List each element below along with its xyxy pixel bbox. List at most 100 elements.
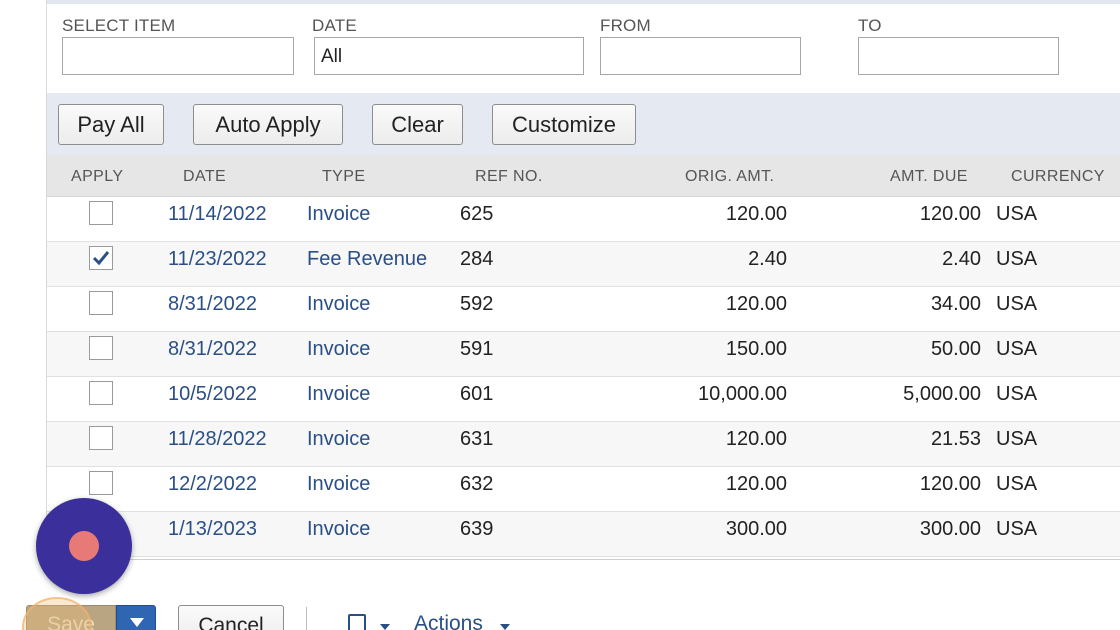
left-gutter xyxy=(0,0,46,560)
column-header-orig-amt[interactable]: ORIG. AMT. xyxy=(685,168,774,186)
table-row: 1/13/2023 Invoice 639 300.00 300.00 USA xyxy=(47,512,1120,557)
row-currency: USA xyxy=(996,518,1038,540)
row-orig-amount: 300.00 xyxy=(725,518,787,540)
row-date-link[interactable]: 12/2/2022 xyxy=(168,473,257,496)
from-date-field[interactable] xyxy=(600,37,801,75)
row-date-link[interactable]: 10/5/2022 xyxy=(168,383,257,406)
table-row: 10/5/2022 Invoice 601 10,000.00 5,000.00… xyxy=(47,377,1120,422)
row-orig-amount: 120.00 xyxy=(725,293,787,315)
select-item-field[interactable] xyxy=(62,37,294,75)
row-ref-no: 639 xyxy=(460,518,494,540)
row-currency: USA xyxy=(996,293,1038,315)
row-currency: USA xyxy=(996,248,1038,270)
actions-menu[interactable]: Actions xyxy=(414,612,483,630)
cancel-button[interactable]: Cancel xyxy=(178,605,284,630)
row-ref-no: 591 xyxy=(460,338,494,360)
chevron-down-icon[interactable] xyxy=(500,624,510,630)
chevron-down-icon xyxy=(130,618,144,627)
row-orig-amount: 150.00 xyxy=(725,338,787,360)
row-amount-due: 2.40 xyxy=(942,248,981,270)
chevron-down-icon[interactable] xyxy=(380,624,390,630)
row-type-link[interactable]: Invoice xyxy=(307,383,370,406)
row-orig-amount: 120.00 xyxy=(725,473,787,495)
row-type-link[interactable]: Fee Revenue xyxy=(307,248,427,271)
date-filter-label: DATE xyxy=(312,16,357,35)
table-row: 11/28/2022 Invoice 631 120.00 21.53 USA xyxy=(47,422,1120,467)
row-ref-no: 632 xyxy=(460,473,494,495)
row-date-link[interactable]: 8/31/2022 xyxy=(168,338,257,361)
row-type-link[interactable]: Invoice xyxy=(307,518,370,541)
apply-checkbox[interactable] xyxy=(89,291,113,315)
row-date-link[interactable]: 11/23/2022 xyxy=(168,248,267,271)
clear-button[interactable]: Clear xyxy=(372,104,463,145)
top-strip xyxy=(47,0,1120,4)
column-header-type[interactable]: TYPE xyxy=(322,168,365,186)
row-amount-due: 21.53 xyxy=(930,428,981,450)
table-header: APPLY DATE TYPE REF NO. ORIG. AMT. AMT. … xyxy=(47,155,1120,197)
row-type-link[interactable]: Invoice xyxy=(307,203,370,226)
apply-checkbox[interactable] xyxy=(89,471,113,495)
apply-checkbox-checked[interactable] xyxy=(89,246,113,270)
save-menu-button[interactable] xyxy=(116,605,156,630)
row-ref-no: 601 xyxy=(460,383,494,405)
row-amount-due: 120.00 xyxy=(919,473,981,495)
column-header-amt-due[interactable]: AMT. DUE xyxy=(890,168,968,186)
click-highlight xyxy=(22,597,92,630)
apply-panel: SELECT ITEM DATE All FROM TO Pay All Aut… xyxy=(46,0,1120,560)
row-date-link[interactable]: 8/31/2022 xyxy=(168,293,257,316)
select-item-label: SELECT ITEM xyxy=(62,16,176,35)
toolbar-divider xyxy=(306,607,307,630)
table-row: 11/14/2022 Invoice 625 120.00 120.00 USA xyxy=(47,197,1120,242)
apply-checkbox[interactable] xyxy=(89,336,113,360)
to-date-field[interactable] xyxy=(858,37,1059,75)
row-amount-due: 50.00 xyxy=(930,338,981,360)
document-icon[interactable] xyxy=(348,614,366,630)
table-row: 12/2/2022 Invoice 632 120.00 120.00 USA xyxy=(47,467,1120,512)
row-orig-amount: 2.40 xyxy=(748,248,787,270)
row-currency: USA xyxy=(996,383,1038,405)
from-label: FROM xyxy=(600,16,651,35)
row-currency: USA xyxy=(996,428,1038,450)
customize-button[interactable]: Customize xyxy=(492,104,636,145)
apply-checkbox[interactable] xyxy=(89,201,113,225)
table-row: 8/31/2022 Invoice 591 150.00 50.00 USA xyxy=(47,332,1120,377)
to-label: TO xyxy=(858,16,882,35)
row-amount-due: 34.00 xyxy=(930,293,981,315)
row-orig-amount: 120.00 xyxy=(725,203,787,225)
row-date-link[interactable]: 11/28/2022 xyxy=(168,428,267,451)
auto-apply-button[interactable]: Auto Apply xyxy=(193,104,343,145)
column-header-currency[interactable]: CURRENCY xyxy=(1011,168,1105,186)
column-header-apply[interactable]: APPLY xyxy=(71,168,123,186)
row-amount-due: 300.00 xyxy=(919,518,981,540)
row-amount-due: 5,000.00 xyxy=(903,383,981,405)
row-ref-no: 631 xyxy=(460,428,494,450)
action-button-bar: Pay All Auto Apply Clear Customize xyxy=(47,93,1120,155)
row-currency: USA xyxy=(996,473,1038,495)
pay-all-button[interactable]: Pay All xyxy=(58,104,164,145)
invoice-table-body: 11/14/2022 Invoice 625 120.00 120.00 USA… xyxy=(47,197,1120,560)
row-date-link[interactable]: 1/13/2023 xyxy=(168,518,257,541)
row-ref-no: 284 xyxy=(460,248,494,270)
apply-checkbox[interactable] xyxy=(89,426,113,450)
row-type-link[interactable]: Invoice xyxy=(307,428,370,451)
row-orig-amount: 120.00 xyxy=(725,428,787,450)
row-type-link[interactable]: Invoice xyxy=(307,338,370,361)
row-date-link[interactable]: 11/14/2022 xyxy=(168,203,267,226)
column-header-date[interactable]: DATE xyxy=(183,168,226,186)
row-ref-no: 592 xyxy=(460,293,494,315)
row-amount-due: 120.00 xyxy=(919,203,981,225)
row-currency: USA xyxy=(996,203,1038,225)
record-button[interactable] xyxy=(36,498,132,594)
payment-apply-screen: SELECT ITEM DATE All FROM TO Pay All Aut… xyxy=(0,0,1120,630)
apply-checkbox[interactable] xyxy=(89,381,113,405)
row-type-link[interactable]: Invoice xyxy=(307,293,370,316)
row-type-link[interactable]: Invoice xyxy=(307,473,370,496)
table-row: 8/31/2022 Invoice 592 120.00 34.00 USA xyxy=(47,287,1120,332)
row-currency: USA xyxy=(996,338,1038,360)
date-filter-field[interactable]: All xyxy=(314,37,584,75)
row-ref-no: 625 xyxy=(460,203,494,225)
row-orig-amount: 10,000.00 xyxy=(698,383,787,405)
checkmark-icon xyxy=(92,251,110,266)
column-header-ref-no[interactable]: REF NO. xyxy=(475,168,543,186)
record-icon xyxy=(69,531,99,561)
